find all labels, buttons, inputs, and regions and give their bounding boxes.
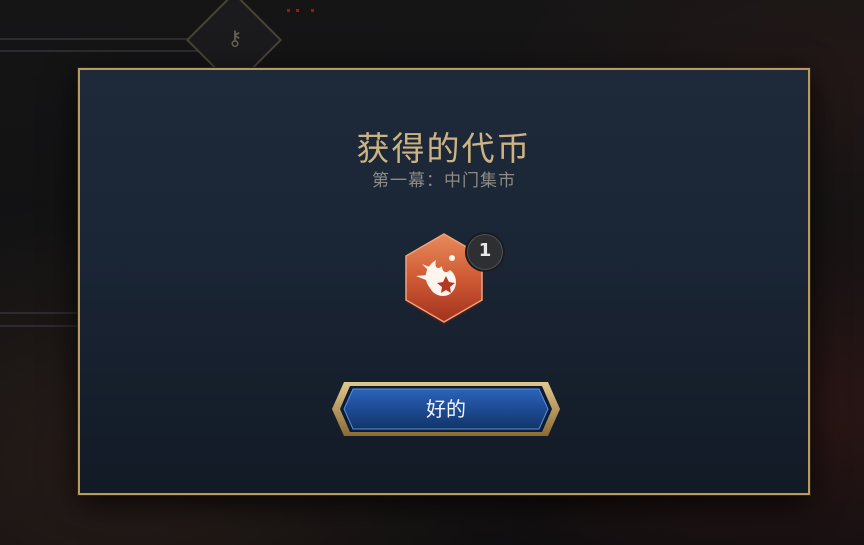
background-marker xyxy=(311,9,314,12)
background-marker xyxy=(287,9,290,12)
background-divider xyxy=(0,38,200,40)
background-divider xyxy=(0,325,80,327)
background-divider xyxy=(0,312,80,314)
dialog-title: 获得的代币 xyxy=(356,129,532,168)
dialog-subtitle: 第一幕：中门集市 xyxy=(372,171,516,191)
tokens-obtained-dialog: 获得的代币 第一幕：中门集市 1 好的 xyxy=(78,68,810,495)
background-marker xyxy=(296,9,299,12)
confirm-button[interactable]: 好的 xyxy=(330,378,562,440)
key-icon: ⚷ xyxy=(227,26,243,50)
token-count-badge: 1 xyxy=(465,232,505,272)
confirm-button-label: 好的 xyxy=(426,397,466,421)
background-divider xyxy=(0,50,200,52)
